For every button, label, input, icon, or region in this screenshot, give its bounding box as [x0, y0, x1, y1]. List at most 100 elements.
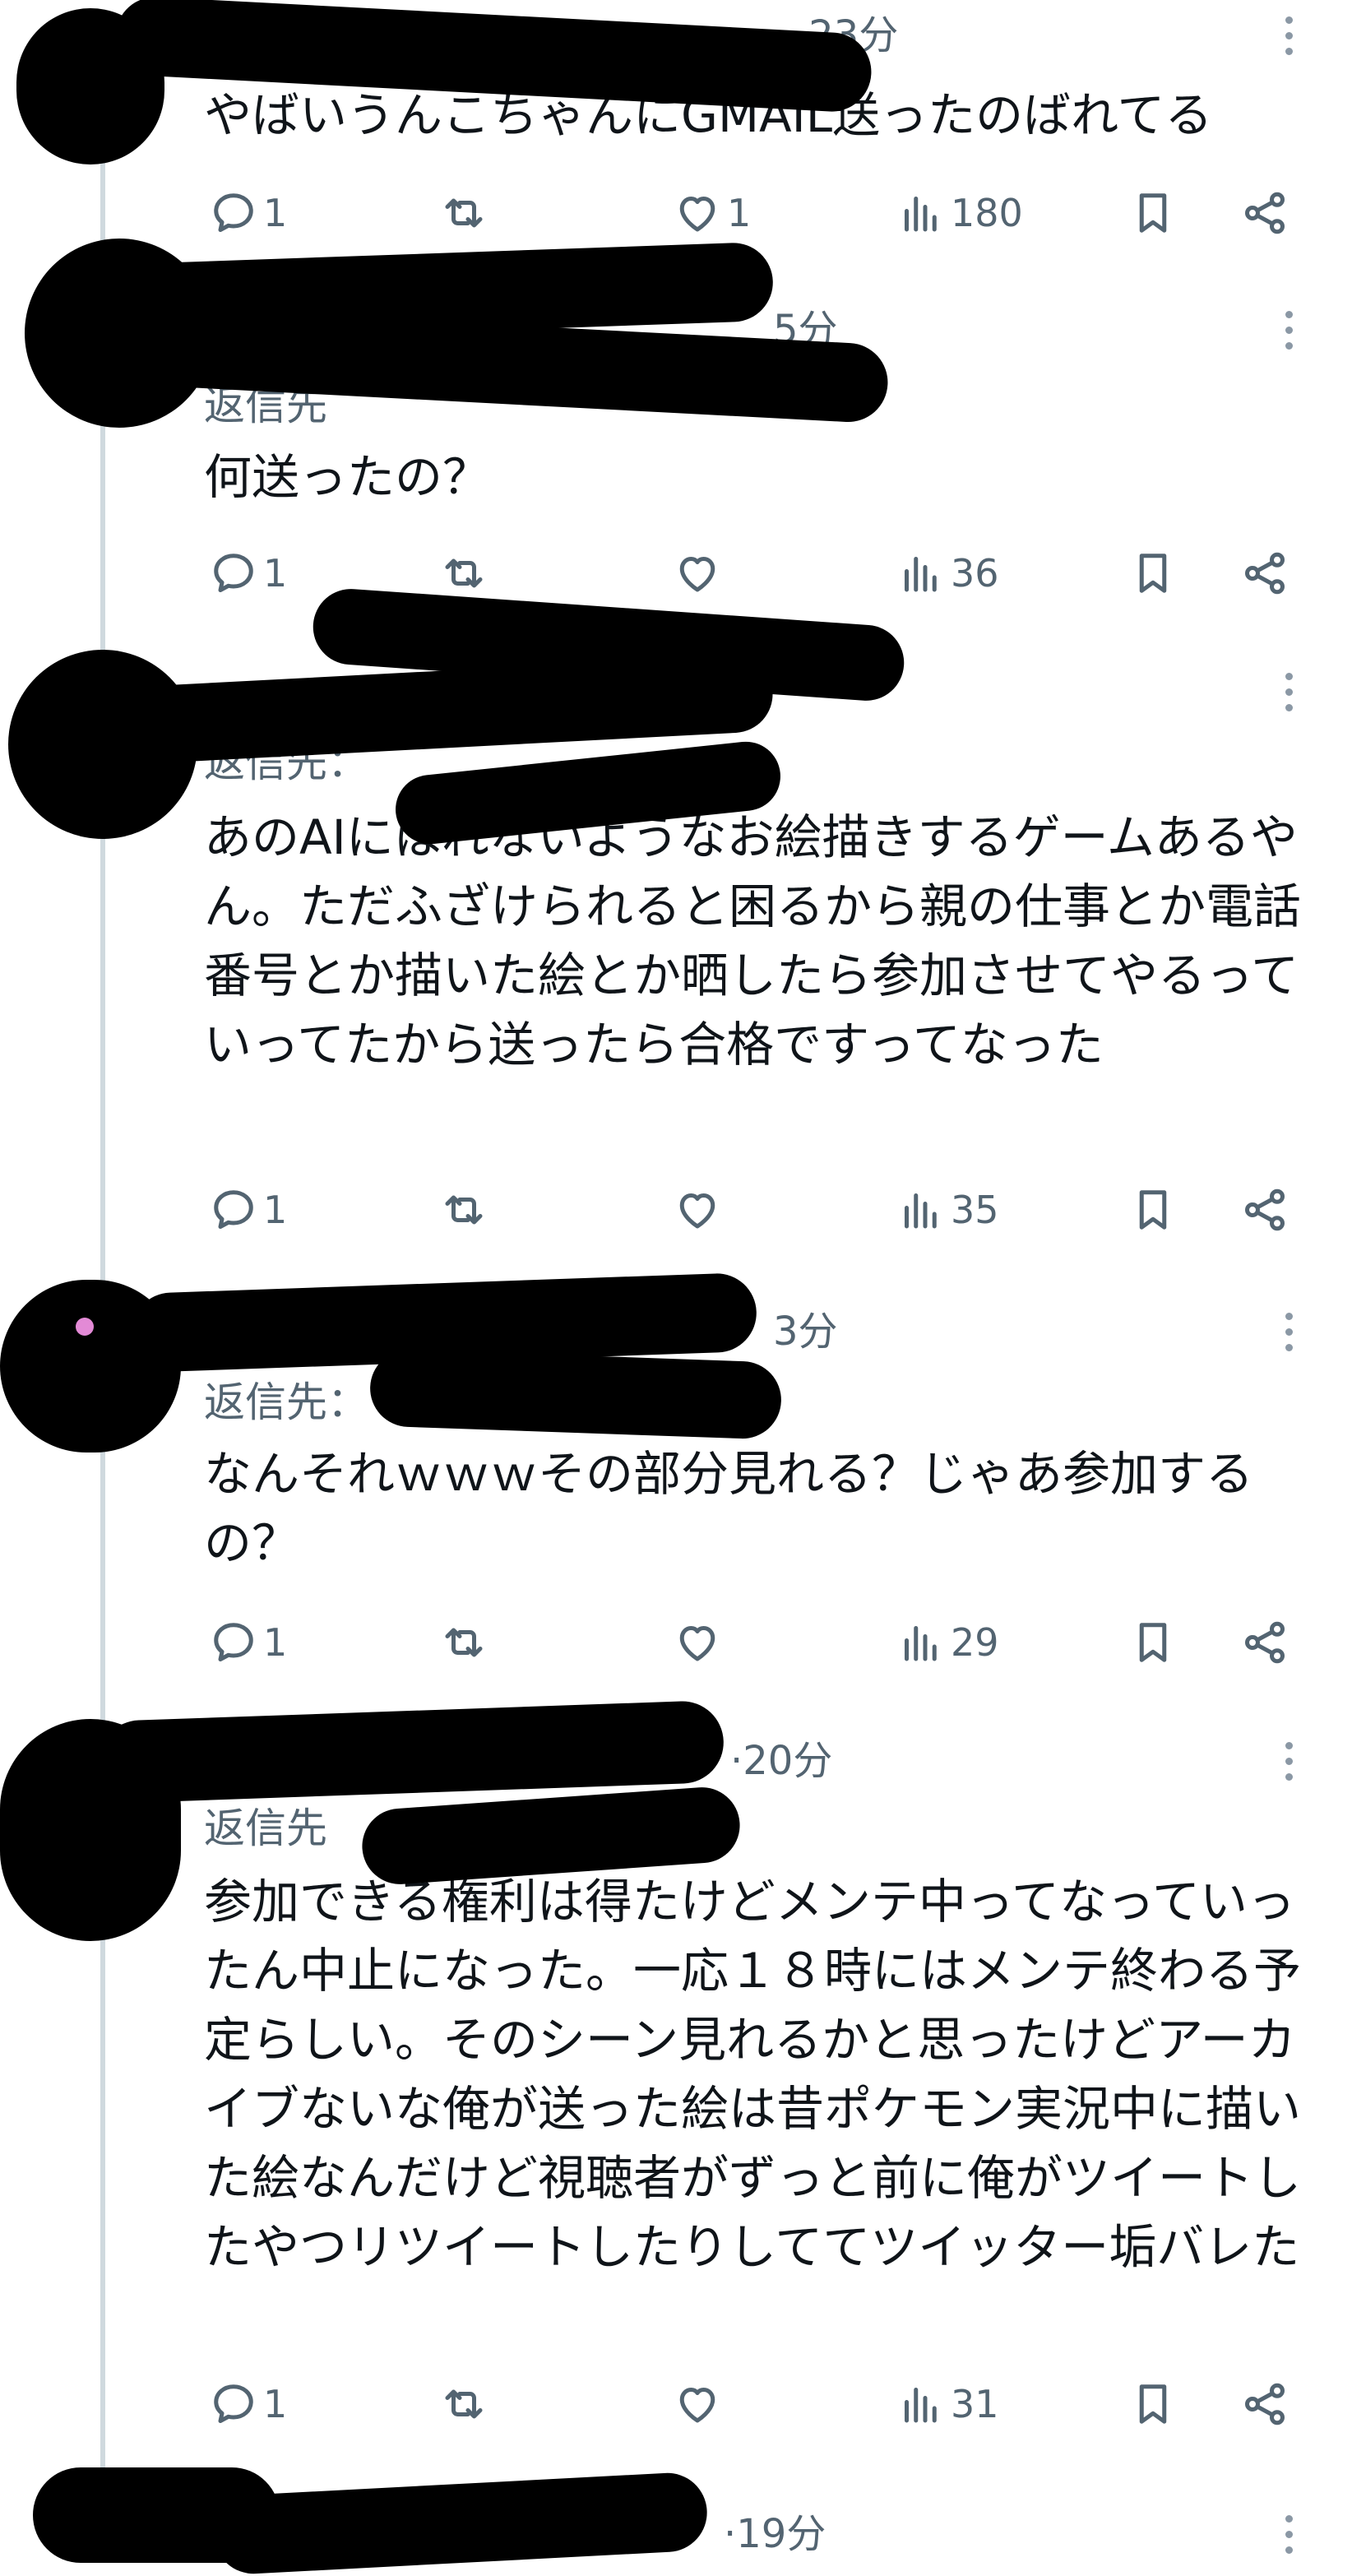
- views-icon: [905, 197, 937, 232]
- bookmark-icon: [1139, 1623, 1167, 1662]
- retweet-button[interactable]: [439, 2367, 493, 2441]
- redaction-mark: [97, 1699, 725, 1805]
- redaction-mark: [211, 2471, 710, 2576]
- views-icon: [905, 2388, 937, 2423]
- retweet-icon: [445, 558, 483, 588]
- tweet-meta: ·19分: [717, 2505, 826, 2563]
- heart-icon: [679, 197, 715, 232]
- views-count: 29: [951, 1620, 999, 1665]
- heart-icon: [679, 2388, 715, 2423]
- reply-to-prefix: 返信先: [204, 1805, 327, 1852]
- retweet-icon: [445, 198, 483, 228]
- reply-count: 1: [263, 191, 288, 235]
- retweet-icon: [445, 1628, 483, 1657]
- views-icon: [905, 1193, 937, 1229]
- views-icon: [905, 1626, 937, 1661]
- reply-button[interactable]: 1: [209, 176, 287, 250]
- views-icon: [905, 557, 937, 592]
- reply-to-label: 返信先: [204, 1800, 327, 1857]
- heart-icon: [679, 557, 715, 592]
- more-icon[interactable]: [1276, 1732, 1301, 1790]
- tweet-actions: 1 36: [0, 536, 1352, 610]
- bookmark-button[interactable]: [1128, 1605, 1178, 1679]
- more-icon[interactable]: [1276, 2505, 1301, 2563]
- reply-button[interactable]: 1: [209, 1605, 287, 1679]
- reply-count: 1: [263, 551, 288, 595]
- views-count: 35: [951, 1188, 999, 1232]
- bookmark-button[interactable]: [1128, 2367, 1178, 2441]
- views-count: 31: [951, 2382, 999, 2426]
- heart-icon: [679, 1193, 715, 1229]
- tweet-text: 参加できる権利は得たけどメンテ中ってなっていったん中止になった。一応１８時にはメ…: [204, 1874, 1302, 2275]
- tweet-actions: 1 31: [0, 2367, 1352, 2441]
- reply-button[interactable]: 1: [209, 1173, 287, 1247]
- retweet-icon: [445, 1195, 483, 1225]
- share-icon: [1245, 1188, 1285, 1231]
- bookmark-icon: [1139, 2384, 1167, 2424]
- like-button[interactable]: [673, 1605, 727, 1679]
- more-icon[interactable]: [1276, 7, 1301, 64]
- tweet-actions: 1 35: [0, 1173, 1352, 1247]
- retweet-button[interactable]: [439, 1605, 493, 1679]
- reply-icon: [214, 1623, 253, 1661]
- reply-icon: [214, 1190, 253, 1229]
- share-button[interactable]: [1240, 2367, 1289, 2441]
- bookmark-icon: [1139, 554, 1167, 593]
- more-icon[interactable]: [1276, 301, 1301, 359]
- views-button[interactable]: 31: [896, 2367, 999, 2441]
- reply-icon: [214, 554, 253, 592]
- reply-icon: [214, 2384, 253, 2423]
- bookmark-icon: [1139, 1190, 1167, 1230]
- share-button[interactable]: [1240, 176, 1289, 250]
- tweet-actions: 1 1 180: [0, 176, 1352, 250]
- tweet-meta: ·20分: [724, 1732, 832, 1790]
- views-button[interactable]: 36: [896, 536, 999, 610]
- like-button[interactable]: 1: [673, 176, 751, 250]
- views-count: 36: [951, 551, 999, 595]
- bookmark-button[interactable]: [1128, 176, 1178, 250]
- retweet-button[interactable]: [439, 176, 493, 250]
- share-button[interactable]: [1240, 536, 1289, 610]
- tweet-text: 何送ったの？: [204, 449, 491, 505]
- reply-to-label: 返信先：: [204, 1374, 368, 1431]
- tweet-actions: 1 29: [0, 1605, 1352, 1679]
- tweet-time[interactable]: ·19分: [724, 2511, 826, 2557]
- tweet-time[interactable]: 3分: [773, 1309, 838, 1355]
- reply-button[interactable]: 1: [209, 2367, 287, 2441]
- share-icon: [1245, 192, 1285, 234]
- reply-button[interactable]: 1: [209, 536, 287, 610]
- views-count: 180: [951, 191, 1023, 235]
- heart-icon: [679, 1626, 715, 1661]
- reply-count: 1: [263, 1188, 288, 1232]
- retweet-button[interactable]: [439, 1173, 493, 1247]
- bookmark-icon: [1139, 193, 1167, 233]
- bookmark-button[interactable]: [1128, 536, 1178, 610]
- tweet-meta: 3分: [766, 1303, 838, 1360]
- views-button[interactable]: 180: [896, 176, 1023, 250]
- views-button[interactable]: 29: [896, 1605, 999, 1679]
- like-count: 1: [727, 191, 752, 235]
- reply-count: 1: [263, 1620, 288, 1665]
- more-icon[interactable]: [1276, 1303, 1301, 1360]
- reply-count: 1: [263, 2382, 288, 2426]
- avatar-fragment: [76, 1318, 94, 1336]
- tweet-time[interactable]: ·20分: [730, 1738, 832, 1784]
- share-icon: [1245, 1621, 1285, 1664]
- reply-to-prefix: 返信先：: [204, 1378, 368, 1426]
- share-icon: [1245, 2383, 1285, 2425]
- like-button[interactable]: [673, 2367, 727, 2441]
- redaction-mark: [368, 1348, 783, 1440]
- views-button[interactable]: 35: [896, 1173, 999, 1247]
- share-button[interactable]: [1240, 1605, 1289, 1679]
- like-button[interactable]: [673, 1173, 727, 1247]
- share-icon: [1245, 552, 1285, 595]
- like-button[interactable]: [673, 536, 727, 610]
- bookmark-button[interactable]: [1128, 1173, 1178, 1247]
- reply-thread: ·23分 やばいうんこちゃんにGMAIL送ったのばれてる 1 1 180: [0, 0, 1352, 2576]
- tweet-text: なんそれｗｗｗその部分見れる？じゃあ参加するの？: [204, 1446, 1254, 1571]
- reply-icon: [214, 193, 253, 232]
- share-button[interactable]: [1240, 1173, 1289, 1247]
- tweet-text: あのAIにはれないようなお絵描きするゲームあるやん。ただふざけられると困るから親…: [204, 809, 1302, 1073]
- retweet-icon: [445, 2389, 483, 2419]
- more-icon[interactable]: [1276, 663, 1301, 720]
